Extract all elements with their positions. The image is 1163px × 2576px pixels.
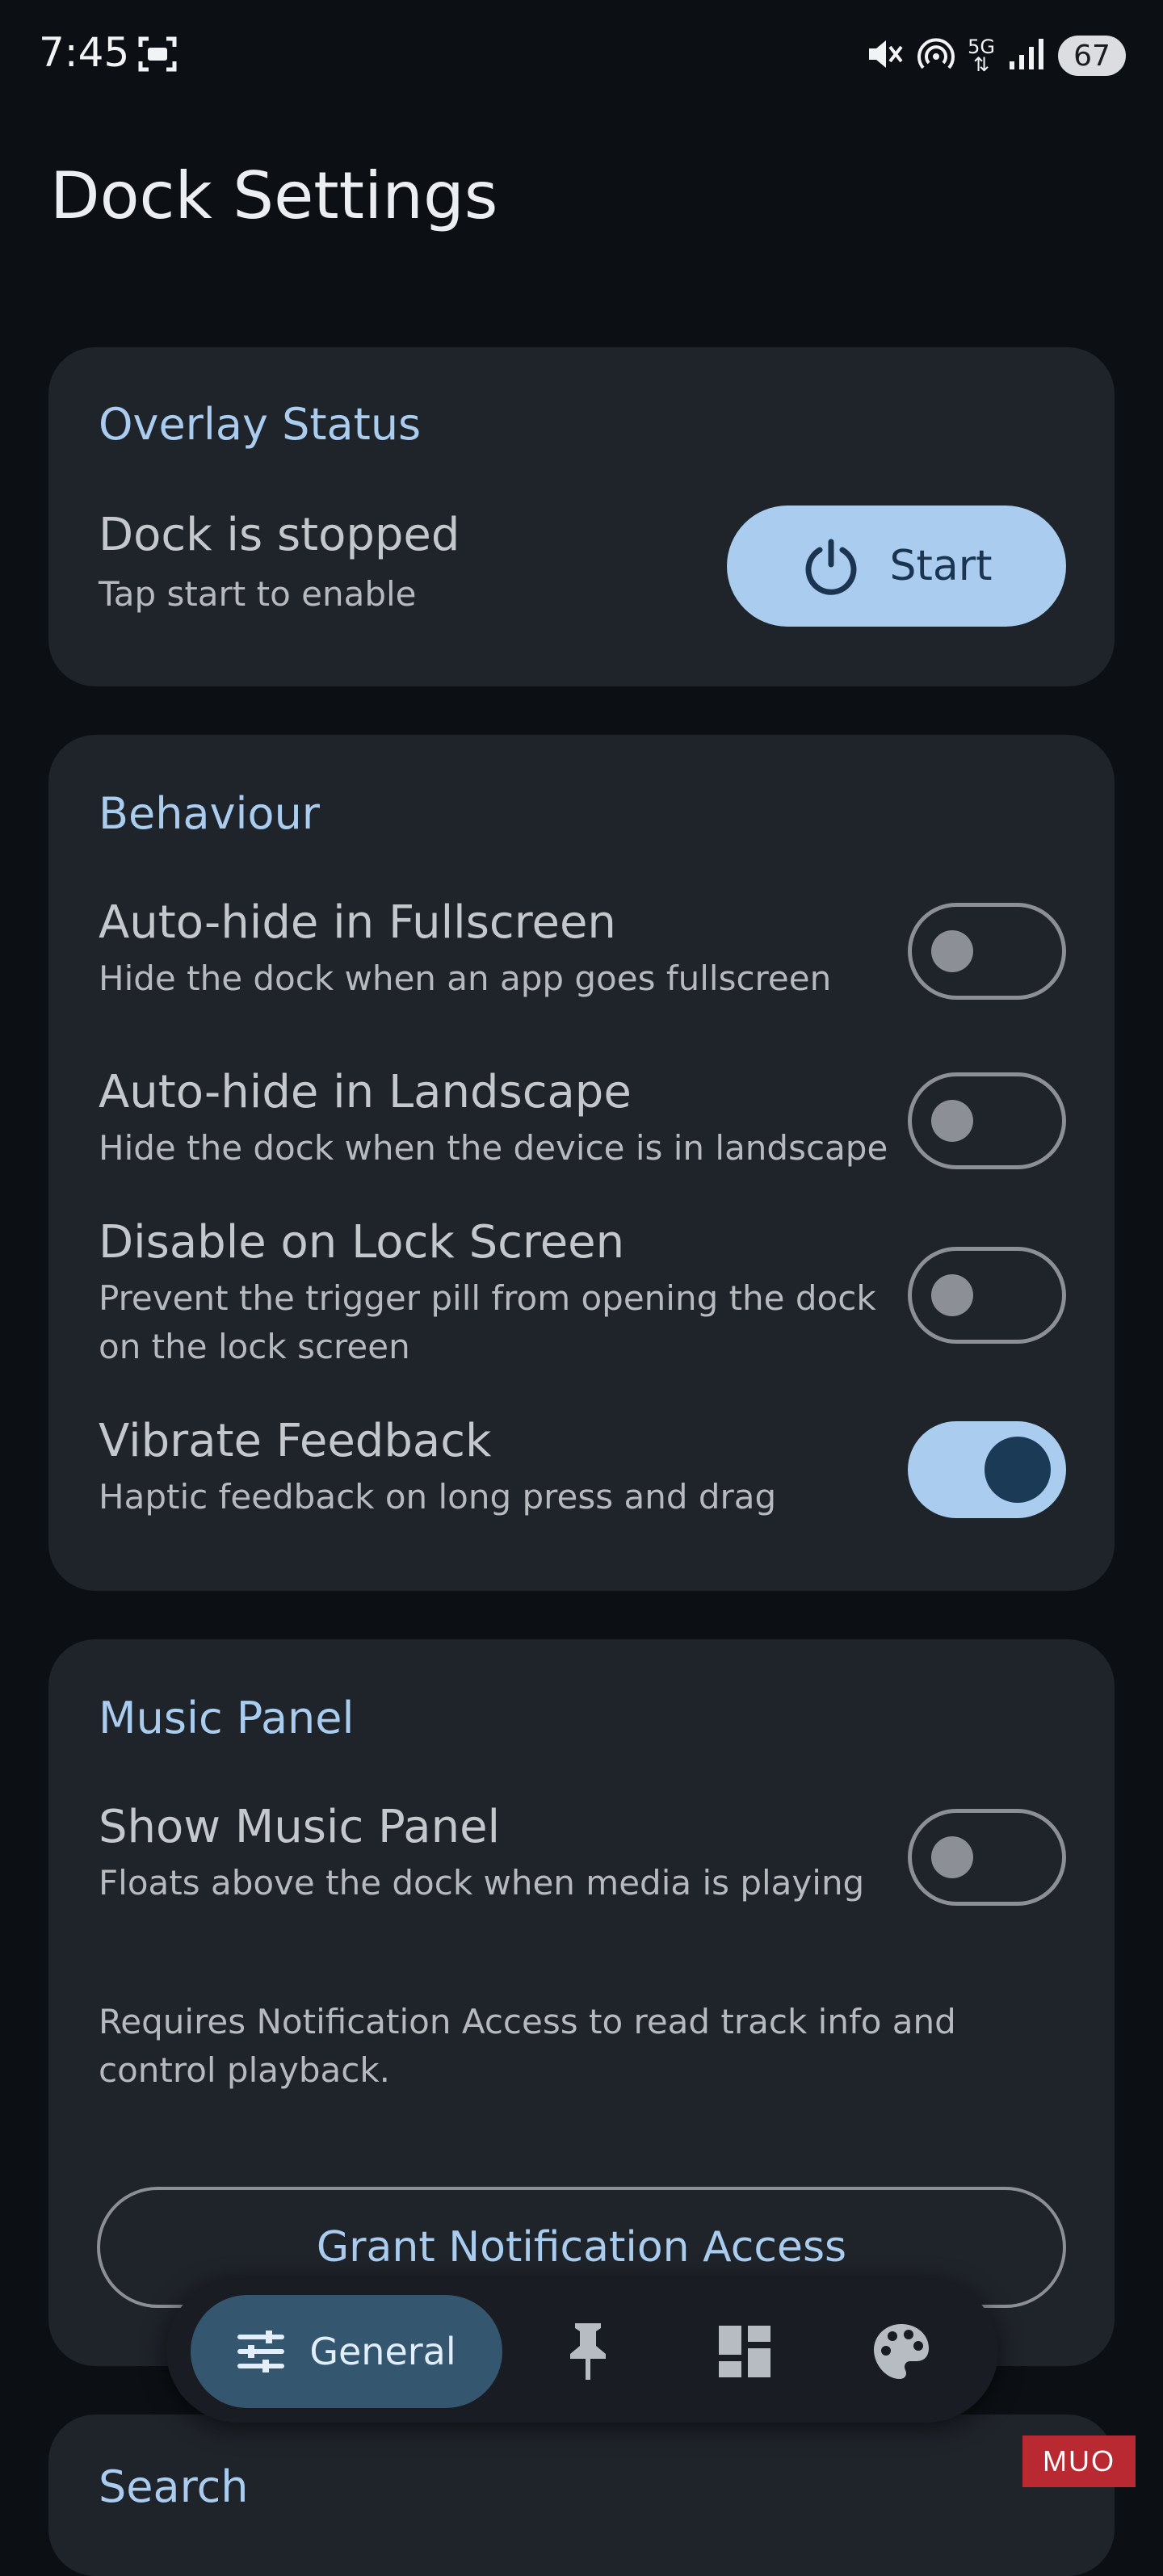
music-panel-card: Music Panel Show Music Panel Floats abov… [48, 1639, 1115, 2366]
network-label: 5G [968, 36, 995, 58]
pin-icon[interactable] [556, 2319, 620, 2384]
setting-sub-vibrate-feedback: Haptic feedback on long press and drag [99, 1477, 777, 1517]
start-button[interactable]: Start [727, 506, 1066, 627]
muo-watermark-logo: MUO [1022, 2435, 1136, 2487]
toggle-knob [931, 1274, 973, 1316]
tune-icon [237, 2331, 285, 2373]
toggle-disable-lockscreen[interactable] [908, 1247, 1066, 1344]
signal-icon [1006, 34, 1047, 78]
card-title-overlay-status: Overlay Status [99, 399, 422, 450]
toggle-autohide-landscape[interactable] [908, 1072, 1066, 1169]
setting-title-disable-lockscreen: Disable on Lock Screen [99, 1216, 625, 1269]
notification-access-note: Requires Notification Access to read tra… [99, 2002, 956, 2090]
card-title-search: Search [99, 2461, 249, 2512]
dashboard-icon[interactable] [712, 2319, 777, 2384]
toggle-autohide-fullscreen[interactable] [908, 903, 1066, 1000]
screenshot-icon [136, 34, 179, 78]
status-icons: 5G ⇅ 67 [864, 34, 1126, 78]
power-icon [806, 539, 857, 595]
5g-icon: 5G ⇅ [968, 36, 995, 76]
setting-title-show-music-panel: Show Music Panel [99, 1801, 501, 1853]
battery-icon: 67 [1058, 36, 1126, 76]
setting-sub-show-music-panel: Floats above the dock when media is play… [99, 1863, 865, 1903]
toggle-knob [931, 1836, 973, 1878]
status-time: 7:45 [39, 29, 130, 76]
toggle-knob [931, 930, 973, 972]
toggle-knob [931, 1100, 973, 1142]
dock-state-text: Dock is stopped [99, 509, 460, 561]
hotspot-icon [916, 34, 956, 78]
card-title-behaviour: Behaviour [99, 788, 321, 839]
nav-general-label: General [309, 2330, 456, 2373]
setting-title-vibrate-feedback: Vibrate Feedback [99, 1415, 492, 1467]
behaviour-card: Behaviour Auto-hide in Fullscreen Hide t… [48, 735, 1115, 1591]
toggle-knob [985, 1437, 1051, 1503]
search-card: Search [48, 2414, 1115, 2576]
setting-sub-disable-lockscreen: Prevent the trigger pill from opening th… [99, 1278, 876, 1366]
setting-sub-autohide-landscape: Hide the dock when the device is in land… [99, 1128, 888, 1168]
overlay-status-card: Overlay Status Dock is stopped Tap start… [48, 347, 1115, 686]
nav-general-tab[interactable]: General [191, 2295, 502, 2408]
start-button-label: Start [889, 542, 993, 590]
bottom-navigation: General [166, 2279, 998, 2423]
setting-sub-autohide-fullscreen: Hide the dock when an app goes fullscree… [99, 959, 832, 998]
toggle-show-music-panel[interactable] [908, 1809, 1066, 1906]
mute-icon [864, 34, 905, 78]
setting-title-autohide-landscape: Auto-hide in Landscape [99, 1066, 632, 1118]
card-title-music-panel: Music Panel [99, 1693, 355, 1743]
page-title: Dock Settings [50, 158, 498, 233]
palette-icon[interactable] [869, 2319, 934, 2384]
dock-state-hint: Tap start to enable [99, 574, 417, 614]
setting-title-autohide-fullscreen: Auto-hide in Fullscreen [99, 896, 616, 949]
toggle-vibrate-feedback[interactable] [908, 1421, 1066, 1518]
